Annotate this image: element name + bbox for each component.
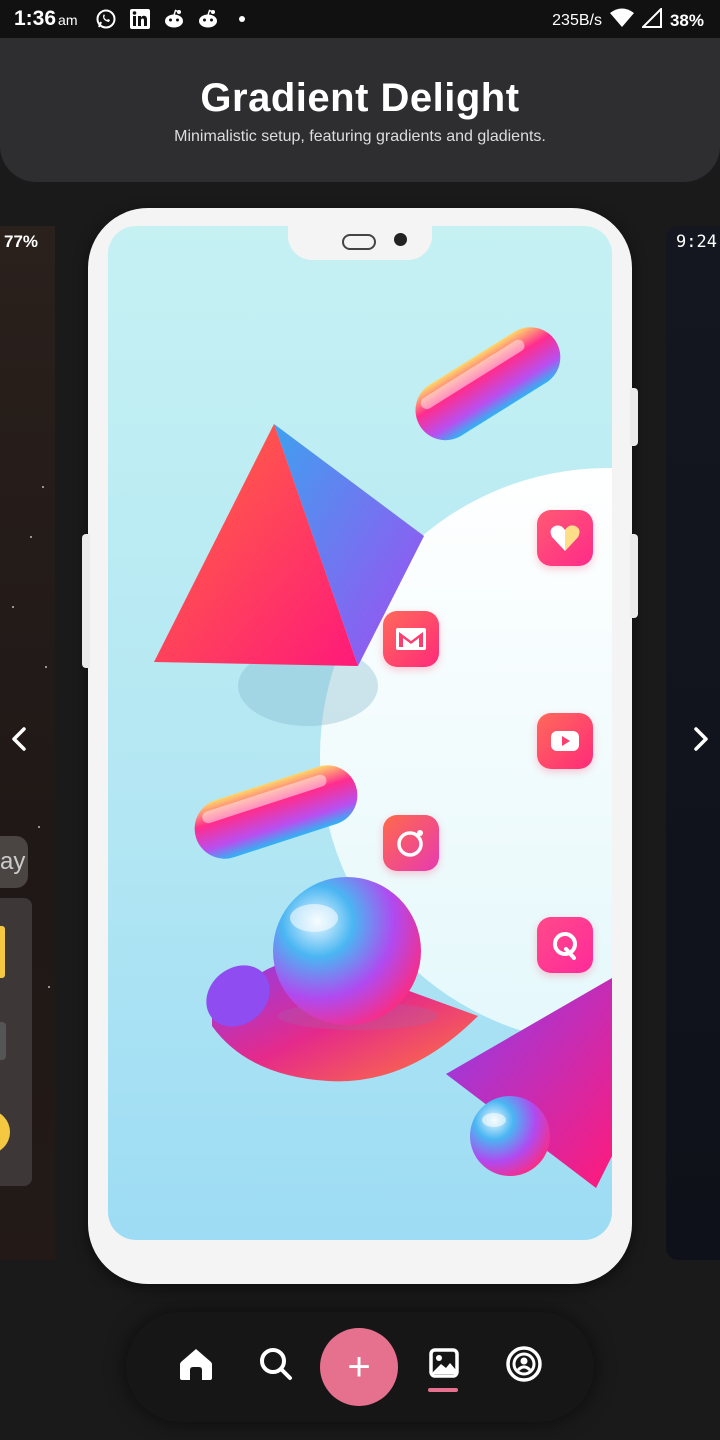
theme-header: Gradient Delight Minimalistic setup, fea… [0,38,720,182]
bottom-navigation: + [126,1312,594,1422]
preview-clock: 9:24 [676,232,717,252]
youtube-icon[interactable] [537,713,593,769]
search-icon[interactable] [254,1342,298,1386]
wifi-icon [609,8,634,33]
status-time: 1:36 am [14,7,78,30]
phone-side-button [82,534,90,668]
preview-battery: 77% [4,232,39,251]
dot-icon [231,8,253,30]
phone-notch [288,226,432,260]
gmail-icon[interactable] [383,611,439,667]
instagram-icon[interactable] [383,815,439,871]
add-label: + [347,1344,371,1389]
net-speed: 235B/s [552,11,602,29]
battery-level: 38% [669,10,704,30]
add-icon[interactable]: + [320,1328,398,1406]
profile-icon[interactable] [502,1342,546,1386]
preview-widget: ay [0,836,28,888]
reddit-icon [197,8,219,30]
signal-icon [640,6,662,33]
linkedin-icon [129,8,151,30]
front-camera [394,233,407,246]
phone-side-button [630,388,638,446]
status-ampm: am [58,12,78,28]
preview-widget-panel [0,898,32,1186]
status-bar: 1:36 am 235B/s 38% [0,0,720,38]
reddit-icon [163,8,185,30]
wallpaper-preview[interactable] [108,226,612,1240]
page-title: Gradient Delight [200,76,520,120]
earpiece [342,234,376,250]
heart-app-icon[interactable] [537,510,593,566]
active-tab-indicator [428,1388,458,1392]
next-arrow-icon[interactable] [686,722,716,756]
phone-side-button [630,534,638,618]
wallpaper-icon[interactable] [422,1342,466,1386]
whatsapp-icon [95,8,117,30]
home-icon[interactable] [174,1342,218,1386]
preview-widget-text: ay [0,848,26,875]
page-subtitle: Minimalistic setup, featuring gradients … [174,128,546,145]
previous-arrow-icon[interactable] [4,722,34,756]
quora-icon[interactable] [537,917,593,973]
